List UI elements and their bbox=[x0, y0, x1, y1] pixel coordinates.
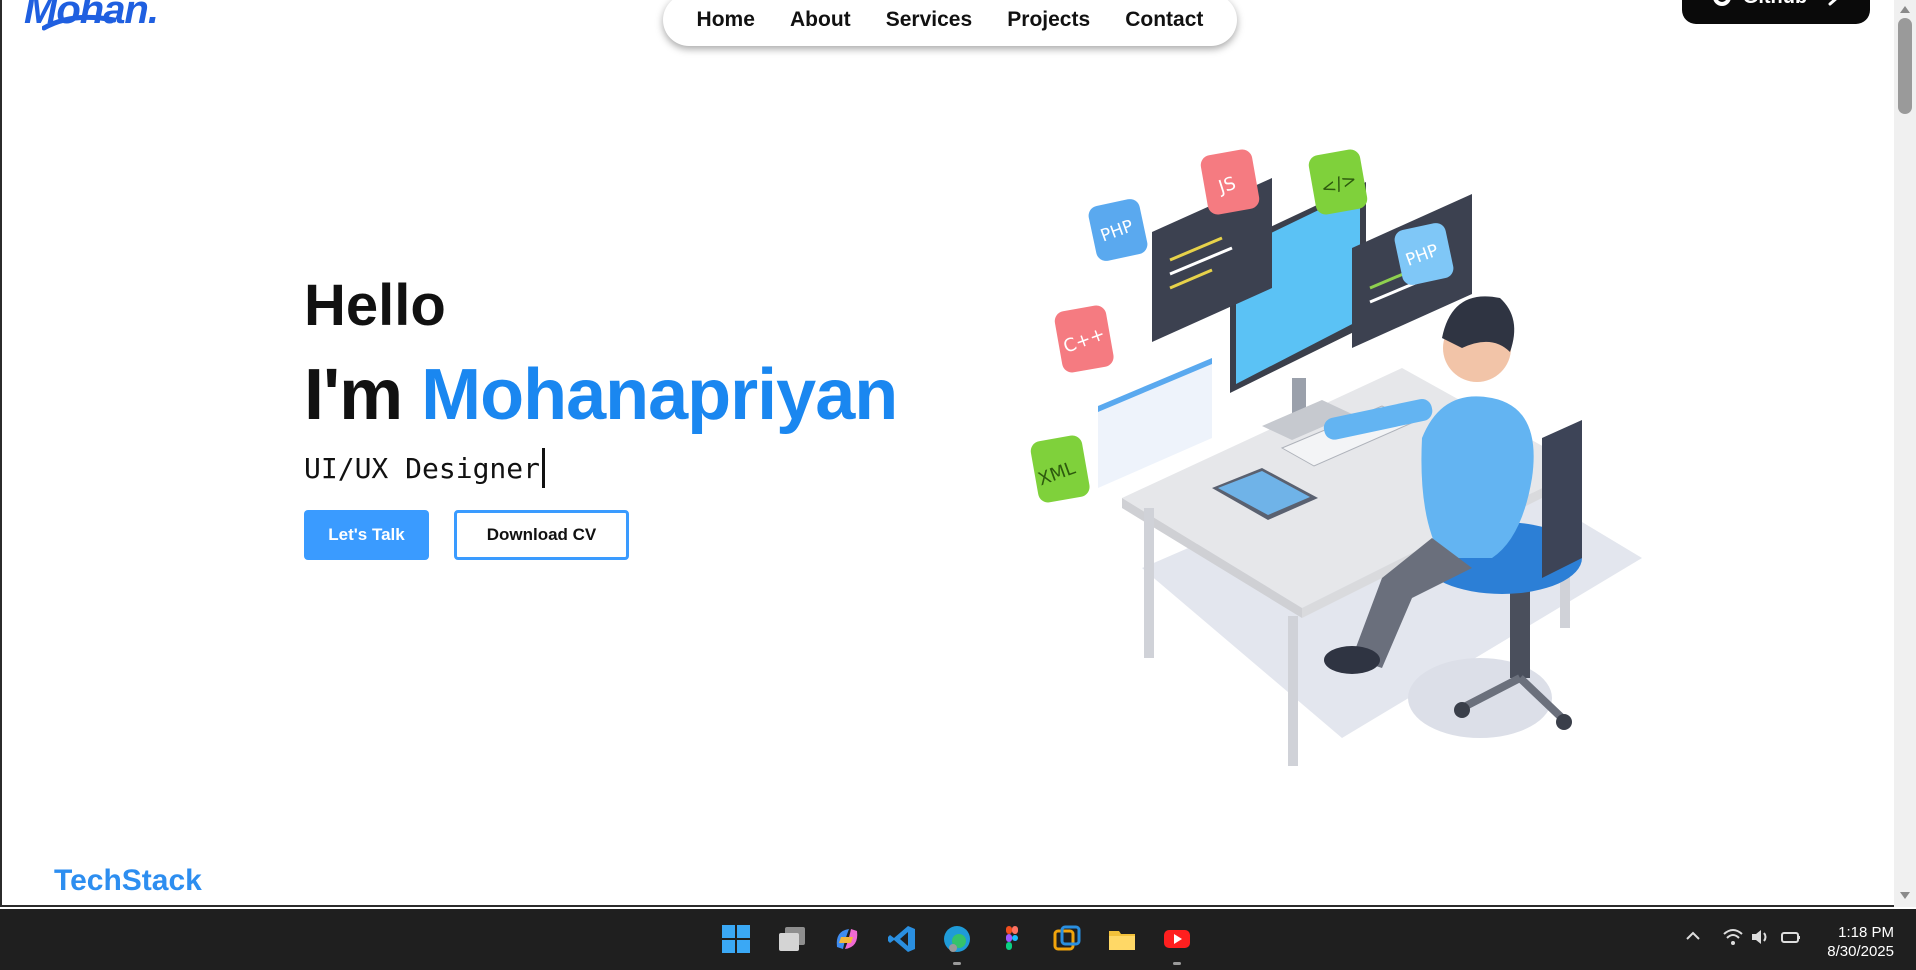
logo-swoosh-icon bbox=[42, 14, 116, 31]
main-navigation: Home About Services Projects Contact bbox=[663, 0, 1237, 46]
edge-active-indicator bbox=[953, 962, 961, 965]
scroll-up-icon[interactable] bbox=[1900, 6, 1910, 13]
wifi-icon[interactable] bbox=[1722, 927, 1744, 947]
badge-js: JS bbox=[1200, 149, 1260, 215]
windows-taskbar: 1:18 PM 8/30/2025 bbox=[0, 909, 1916, 970]
hero-greeting: Hello bbox=[304, 273, 446, 338]
scrollbar-thumb[interactable] bbox=[1898, 18, 1912, 114]
github-button[interactable]: Github bbox=[1682, 0, 1870, 24]
clock-time: 1:18 PM bbox=[1838, 924, 1894, 941]
file-explorer-icon[interactable] bbox=[1106, 923, 1138, 955]
typing-caret bbox=[542, 448, 546, 488]
badge-xml: XML bbox=[1030, 435, 1090, 503]
hero-role-text: UI/UX Designer bbox=[304, 451, 541, 485]
system-clock[interactable]: 1:18 PM 8/30/2025 bbox=[1818, 923, 1894, 961]
edge-icon[interactable] bbox=[941, 923, 973, 955]
app-icon[interactable] bbox=[1051, 923, 1083, 955]
github-label: Github bbox=[1743, 0, 1807, 9]
developer-illustration: PHP JS </> PHP C++ XML bbox=[1030, 149, 1642, 766]
vertical-scrollbar[interactable] bbox=[1894, 0, 1916, 907]
nav-home[interactable]: Home bbox=[697, 8, 755, 32]
volume-icon[interactable] bbox=[1750, 927, 1772, 947]
github-icon bbox=[1713, 0, 1731, 6]
hero-role: UI/UX Designer bbox=[304, 448, 546, 488]
badge-code-tag: </> bbox=[1308, 149, 1368, 215]
copilot-icon[interactable] bbox=[831, 923, 863, 955]
download-cv-button[interactable]: Download CV bbox=[454, 510, 629, 560]
battery-icon[interactable] bbox=[1780, 927, 1802, 947]
nav-about[interactable]: About bbox=[790, 8, 851, 32]
windows-start-icon[interactable] bbox=[720, 923, 752, 955]
vscode-icon[interactable] bbox=[886, 923, 918, 955]
task-view-icon[interactable] bbox=[776, 923, 808, 955]
figma-icon[interactable] bbox=[996, 923, 1028, 955]
arrow-right-icon bbox=[1828, 0, 1838, 6]
youtube-active-indicator bbox=[1173, 962, 1181, 965]
lets-talk-button[interactable]: Let's Talk bbox=[304, 510, 429, 560]
clock-date: 8/30/2025 bbox=[1827, 943, 1894, 960]
nav-contact[interactable]: Contact bbox=[1125, 8, 1203, 32]
site-logo[interactable]: Mohan. bbox=[24, 0, 159, 33]
hero-name: Mohanapriyan bbox=[421, 355, 898, 435]
youtube-icon[interactable] bbox=[1161, 923, 1193, 955]
techstack-heading: TechStack bbox=[54, 864, 202, 897]
hero-intro: I'm Mohanapriyan bbox=[304, 354, 898, 436]
nav-projects[interactable]: Projects bbox=[1007, 8, 1090, 32]
hero-intro-prefix: I'm bbox=[304, 355, 403, 435]
chevron-up-icon[interactable] bbox=[1684, 927, 1702, 945]
badge-cpp: C++ bbox=[1054, 305, 1114, 373]
scroll-down-icon[interactable] bbox=[1900, 892, 1910, 899]
nav-services[interactable]: Services bbox=[886, 8, 972, 32]
badge-php-left: PHP bbox=[1088, 199, 1148, 261]
browser-viewport: Mohan. Home About Services Projects Cont… bbox=[0, 0, 1894, 907]
